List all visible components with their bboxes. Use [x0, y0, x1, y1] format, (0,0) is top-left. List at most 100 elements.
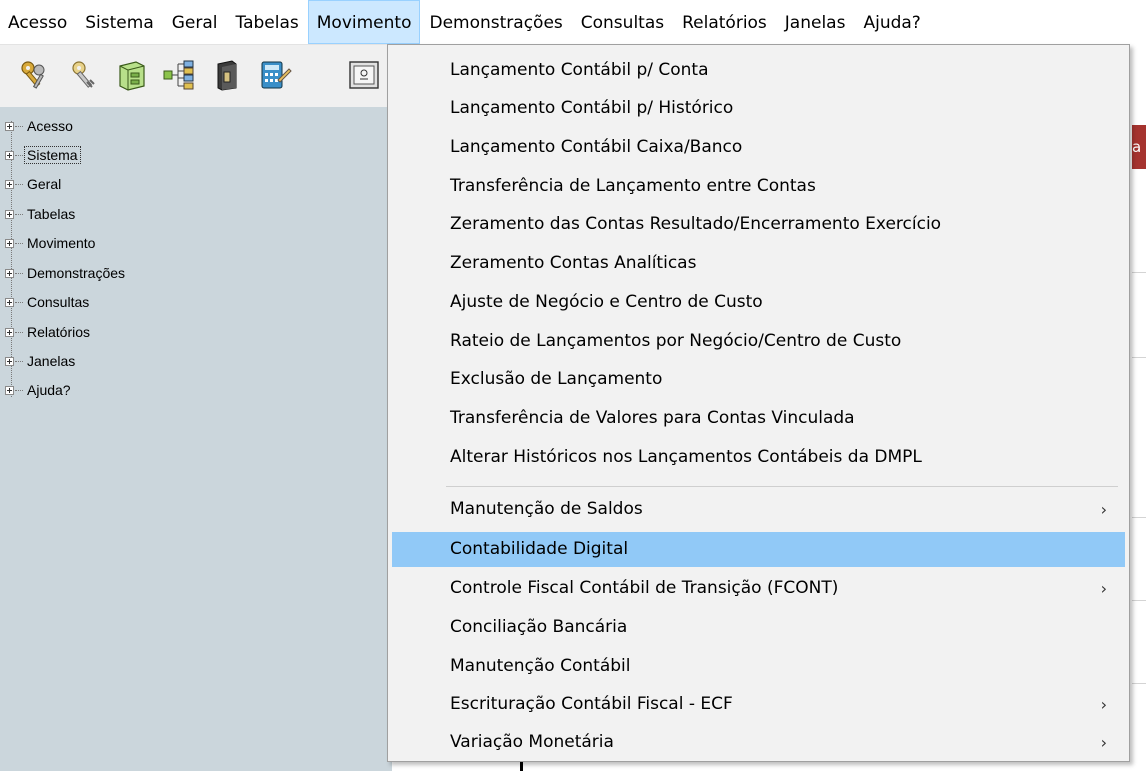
- background-mark: [520, 762, 523, 771]
- tree-node-label: Tabelas: [27, 206, 76, 222]
- menu-demonstracoes[interactable]: Demonstrações: [420, 0, 571, 44]
- cabinet-icon[interactable]: [114, 58, 148, 92]
- menu-item-label: Ajuste de Negócio e Centro de Custo: [450, 292, 763, 312]
- menu-item-label: Lançamento Contábil Caixa/Banco: [450, 137, 743, 157]
- menu-item-label: Manutenção Contábil: [450, 656, 631, 676]
- tree-node-tabelas[interactable]: Tabelas: [5, 205, 78, 223]
- menu-item-label: Controle Fiscal Contábil de Transição (F…: [450, 578, 839, 598]
- tree-node-relatorios[interactable]: Relatórios: [5, 323, 93, 341]
- tree-node-acesso[interactable]: Acesso: [5, 117, 76, 135]
- menu-item-ajuste-negocio[interactable]: Ajuste de Negócio e Centro de Custo: [392, 285, 1125, 320]
- submenu-arrow-icon: ›: [1100, 500, 1107, 519]
- tree-node-label: Demonstrações: [27, 265, 126, 281]
- navigation-tree: Acesso Sistema Geral Tabelas Movimento D…: [0, 107, 392, 771]
- expand-icon[interactable]: [5, 179, 14, 189]
- menu-item-label: Variação Monetária: [450, 732, 614, 752]
- tree-node-geral[interactable]: Geral: [5, 175, 64, 193]
- menu-bar: Acesso Sistema Geral Tabelas Movimento D…: [0, 0, 1146, 44]
- menu-sistema[interactable]: Sistema: [76, 0, 162, 44]
- background-red-label: a: [1132, 138, 1142, 156]
- tree-node-label: Acesso: [27, 118, 73, 134]
- tree-node-janelas[interactable]: Janelas: [5, 352, 78, 370]
- menu-janelas[interactable]: Janelas: [776, 0, 855, 44]
- menu-item-lancamento-caixa-banco[interactable]: Lançamento Contábil Caixa/Banco: [392, 130, 1125, 165]
- menu-consultas[interactable]: Consultas: [572, 0, 673, 44]
- tree-node-label: Geral: [27, 176, 62, 192]
- submenu-arrow-icon: ›: [1100, 733, 1107, 752]
- background-divider: [1132, 683, 1146, 684]
- menu-item-transferencia-valores[interactable]: Transferência de Valores para Contas Vin…: [392, 401, 1125, 436]
- menu-item-manutencao-contabil[interactable]: Manutenção Contábil: [392, 649, 1125, 684]
- expand-icon[interactable]: [5, 268, 14, 278]
- menu-item-label: Lançamento Contábil p/ Conta: [450, 60, 709, 80]
- menu-item-label: Conciliação Bancária: [450, 617, 628, 637]
- menu-item-escrituracao-ecf[interactable]: Escrituração Contábil Fiscal - ECF ›: [392, 687, 1125, 722]
- menu-item-label: Alterar Históricos nos Lançamentos Contá…: [450, 447, 922, 467]
- tree-node-movimento[interactable]: Movimento: [5, 234, 98, 252]
- menu-item-alterar-historicos[interactable]: Alterar Históricos nos Lançamentos Contá…: [392, 440, 1125, 475]
- keys-gold-icon[interactable]: [17, 58, 51, 92]
- safe-icon[interactable]: [347, 58, 381, 92]
- background-divider: [1132, 272, 1146, 273]
- menu-item-label: Transferência de Valores para Contas Vin…: [450, 408, 855, 428]
- menu-item-label: Zeramento Contas Analíticas: [450, 253, 697, 273]
- tree-node-ajuda[interactable]: Ajuda?: [5, 381, 74, 399]
- menu-item-transferencia-lancamento[interactable]: Transferência de Lançamento entre Contas: [392, 169, 1125, 204]
- binder-icon[interactable]: [210, 58, 244, 92]
- expand-icon[interactable]: [5, 327, 14, 337]
- menu-tabelas[interactable]: Tabelas: [227, 0, 308, 44]
- tree-node-label: Movimento: [27, 235, 96, 251]
- expand-icon[interactable]: [5, 150, 14, 160]
- menu-item-controle-fiscal-fcont[interactable]: Controle Fiscal Contábil de Transição (F…: [392, 571, 1125, 606]
- background-red-header: a: [1132, 125, 1146, 169]
- menu-item-label: Exclusão de Lançamento: [450, 369, 663, 389]
- menu-item-contabilidade-digital[interactable]: Contabilidade Digital: [392, 532, 1125, 567]
- tree-node-label: Sistema: [24, 146, 81, 164]
- menu-item-label: Escrituração Contábil Fiscal - ECF: [450, 694, 733, 714]
- tree-node-label: Relatórios: [27, 324, 91, 340]
- menu-ajuda[interactable]: Ajuda?: [854, 0, 929, 44]
- tree-node-label: Janelas: [27, 353, 76, 369]
- menu-item-exclusao-lancamento[interactable]: Exclusão de Lançamento: [392, 362, 1125, 397]
- hierarchy-icon[interactable]: [162, 58, 196, 92]
- expand-icon[interactable]: [5, 385, 14, 395]
- menu-item-zeramento-resultado[interactable]: Zeramento das Contas Resultado/Encerrame…: [392, 207, 1125, 242]
- menu-item-conciliacao-bancaria[interactable]: Conciliação Bancária: [392, 610, 1125, 645]
- menu-item-label: Rateio de Lançamentos por Negócio/Centro…: [450, 331, 902, 351]
- menu-item-label: Manutenção de Saldos: [450, 499, 643, 519]
- movimento-dropdown-menu: Lançamento Contábil p/ Conta Lançamento …: [387, 44, 1130, 762]
- tree-node-label: Ajuda?: [27, 382, 71, 398]
- tree-node-label: Consultas: [27, 294, 90, 310]
- expand-icon[interactable]: [5, 209, 14, 219]
- expand-icon[interactable]: [5, 238, 14, 248]
- expand-icon[interactable]: [5, 297, 14, 307]
- calculator-icon[interactable]: [258, 58, 292, 92]
- menu-item-zeramento-analiticas[interactable]: Zeramento Contas Analíticas: [392, 246, 1125, 281]
- tree-node-demonstracoes[interactable]: Demonstrações: [5, 264, 128, 282]
- menu-acesso[interactable]: Acesso: [0, 0, 76, 44]
- menu-item-variacao-monetaria[interactable]: Variação Monetária ›: [392, 725, 1125, 760]
- background-divider: [1132, 600, 1146, 601]
- expand-icon[interactable]: [5, 356, 14, 366]
- menu-item-manutencao-saldos[interactable]: Manutenção de Saldos ›: [392, 492, 1125, 527]
- menu-item-label: Lançamento Contábil p/ Histórico: [450, 98, 734, 118]
- toolbar: [0, 44, 400, 107]
- menu-relatorios[interactable]: Relatórios: [673, 0, 776, 44]
- menu-item-label: Contabilidade Digital: [450, 539, 629, 559]
- menu-item-label: Transferência de Lançamento entre Contas: [450, 176, 816, 196]
- menu-item-lancamento-conta[interactable]: Lançamento Contábil p/ Conta: [392, 53, 1125, 88]
- menu-geral[interactable]: Geral: [163, 0, 227, 44]
- menu-item-rateio-lancamentos[interactable]: Rateio de Lançamentos por Negócio/Centro…: [392, 324, 1125, 359]
- background-divider: [1132, 357, 1146, 358]
- tree-node-consultas[interactable]: Consultas: [5, 293, 92, 311]
- menu-item-label: Zeramento das Contas Resultado/Encerrame…: [450, 214, 942, 234]
- expand-icon[interactable]: [5, 121, 14, 131]
- keys-grey-icon[interactable]: [67, 58, 101, 92]
- submenu-arrow-icon: ›: [1100, 695, 1107, 714]
- menu-item-lancamento-historico[interactable]: Lançamento Contábil p/ Histórico: [392, 91, 1125, 126]
- tree-node-sistema[interactable]: Sistema: [5, 146, 81, 164]
- menu-movimento[interactable]: Movimento: [307, 0, 421, 44]
- submenu-arrow-icon: ›: [1100, 579, 1107, 598]
- menu-separator: [446, 486, 1118, 487]
- background-divider: [1132, 517, 1146, 518]
